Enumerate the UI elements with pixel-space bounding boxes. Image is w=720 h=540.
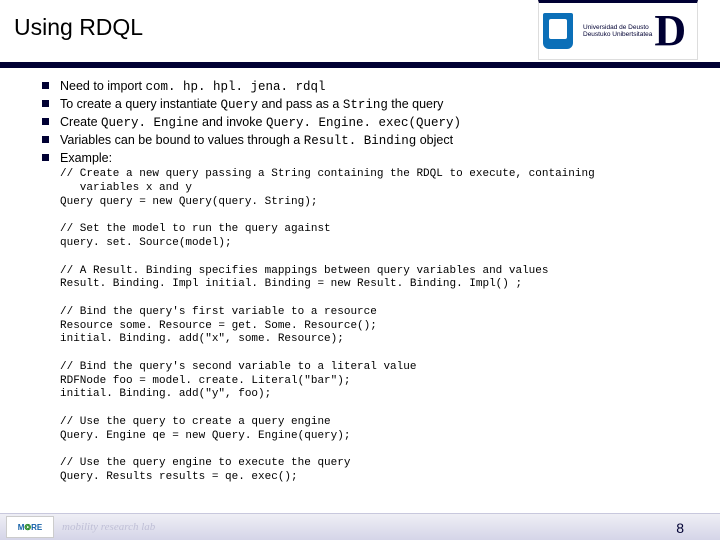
bullet-item: Need to import com. hp. hpl. jena. rdql <box>40 78 700 96</box>
content-area: Need to import com. hp. hpl. jena. rdql … <box>40 78 700 485</box>
bullet-item: Variables can be bound to values through… <box>40 132 700 150</box>
university-logo: Universidad de Deusto Deustuko Unibertsi… <box>538 0 698 60</box>
accent-bar <box>0 62 720 68</box>
footer-text: mobility research lab <box>62 521 155 533</box>
logo-letter-d: D <box>654 13 686 48</box>
logo-line2: Deustuko Unibertsitatea <box>583 31 652 38</box>
slide: Using RDQL Universidad de Deusto Deustuk… <box>0 0 720 540</box>
bullet-item: Example: <box>40 150 700 167</box>
slide-title: Using RDQL <box>14 14 143 41</box>
shield-icon <box>543 13 573 49</box>
bullet-list: Need to import com. hp. hpl. jena. rdql … <box>40 78 700 166</box>
footer-bar: M❂M RERE mobility research lab 8 <box>0 513 720 540</box>
logo-text: Universidad de Deusto Deustuko Unibertsi… <box>583 24 652 38</box>
page-number: 8 <box>676 520 684 536</box>
code-example: // Create a new query passing a String c… <box>60 168 700 484</box>
more-logo: M❂M RERE <box>6 516 54 538</box>
logo-line1: Universidad de Deusto <box>583 24 652 31</box>
title-area: Using RDQL Universidad de Deusto Deustuk… <box>0 0 720 62</box>
bullet-item: To create a query instantiate Query and … <box>40 96 700 114</box>
bullet-item: Create Query. Engine and invoke Query. E… <box>40 114 700 132</box>
